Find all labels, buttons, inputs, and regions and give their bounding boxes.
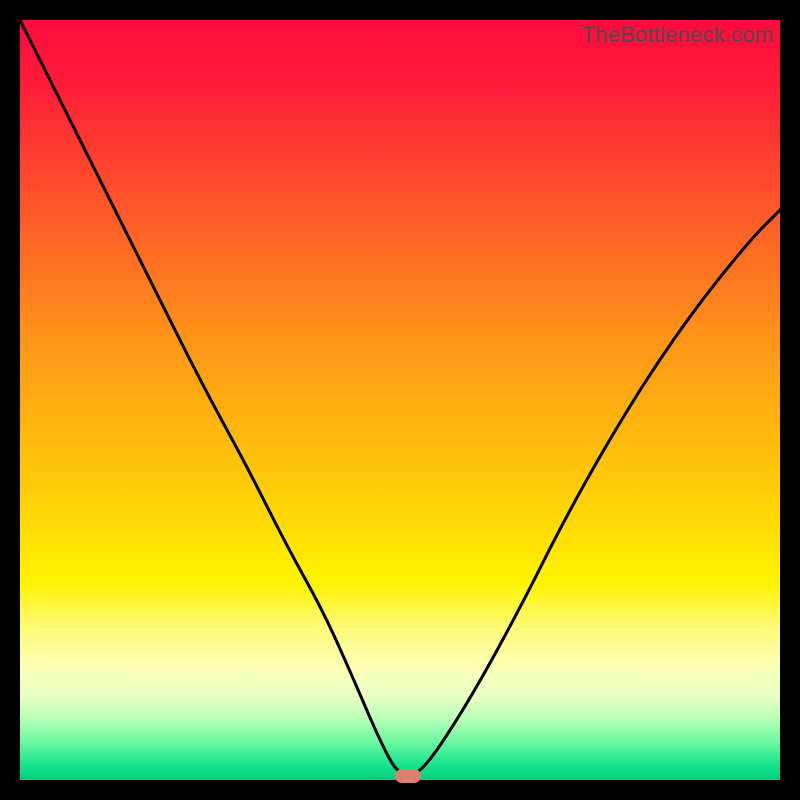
optimal-marker <box>395 769 421 783</box>
chart-frame: TheBottleneck.com <box>0 0 800 800</box>
bottleneck-curve <box>20 20 780 780</box>
plot-area: TheBottleneck.com <box>20 20 780 780</box>
